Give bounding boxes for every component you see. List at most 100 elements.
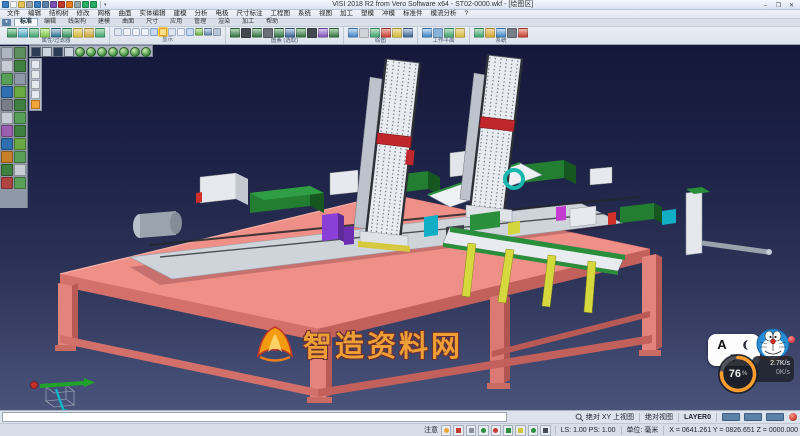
active-tool-icon[interactable] bbox=[31, 100, 40, 109]
menu-solid-edit[interactable]: 实体编辑 bbox=[136, 10, 170, 18]
layer-indicator[interactable]: LAYER0 bbox=[682, 414, 713, 421]
color-swatch-button[interactable] bbox=[722, 413, 740, 421]
tab-manage[interactable]: 管理 bbox=[188, 18, 212, 26]
open-folder-icon[interactable] bbox=[18, 1, 25, 8]
dock-icon[interactable] bbox=[14, 60, 26, 72]
menu-mesh[interactable]: 网格 bbox=[94, 10, 115, 18]
dock-icon[interactable] bbox=[1, 138, 13, 150]
top-view-icon[interactable] bbox=[42, 47, 52, 57]
menu-machining[interactable]: 加工 bbox=[336, 10, 357, 18]
menu-flow-analysis[interactable]: 模流分析 bbox=[427, 10, 461, 18]
menu-mould[interactable]: 塑模 bbox=[357, 10, 378, 18]
render-mode-selected-icon[interactable] bbox=[159, 28, 167, 36]
dock-icon[interactable] bbox=[14, 164, 26, 176]
status-ball-icon[interactable] bbox=[789, 413, 797, 421]
dock-icon[interactable] bbox=[1, 73, 13, 85]
zoom-all-icon[interactable] bbox=[119, 47, 129, 57]
axis-toggle-icon[interactable] bbox=[31, 90, 40, 99]
rectangle-tool-icon[interactable] bbox=[392, 28, 402, 38]
workplane-indicator[interactable]: 绝对 XY 上视图 bbox=[584, 412, 636, 422]
draft-view-icon[interactable] bbox=[177, 28, 185, 36]
dock-icon[interactable] bbox=[14, 73, 26, 85]
highlight-filter-icon[interactable] bbox=[73, 28, 83, 38]
dock-icon[interactable] bbox=[14, 125, 26, 137]
save-all-icon[interactable] bbox=[42, 1, 49, 8]
cad-model[interactable] bbox=[0, 45, 800, 410]
ortho-toggle-icon[interactable] bbox=[31, 70, 40, 79]
line-tool-icon[interactable] bbox=[348, 28, 358, 38]
front-view-icon[interactable] bbox=[53, 47, 63, 57]
dock-icon[interactable] bbox=[1, 125, 13, 137]
select-face-icon[interactable] bbox=[252, 28, 262, 38]
zoom-previous-icon[interactable] bbox=[130, 47, 140, 57]
search-icon[interactable] bbox=[575, 413, 584, 422]
tab-surface[interactable]: 曲面 bbox=[116, 18, 140, 26]
tab-machining[interactable]: 加工 bbox=[236, 18, 260, 26]
layer-filter-icon[interactable] bbox=[40, 28, 50, 38]
type-filter-icon[interactable] bbox=[51, 28, 61, 38]
delete-icon[interactable] bbox=[58, 1, 65, 8]
zoom-window-icon[interactable] bbox=[204, 28, 212, 36]
shaded-view-icon[interactable] bbox=[132, 28, 140, 36]
menu-edit[interactable]: 编辑 bbox=[24, 10, 45, 18]
measure-icon[interactable] bbox=[507, 28, 517, 38]
dock-icon[interactable] bbox=[14, 86, 26, 98]
menu-modify[interactable]: 修改 bbox=[73, 10, 94, 18]
tab-modeling[interactable]: 建模 bbox=[92, 18, 116, 26]
calculator-icon[interactable] bbox=[518, 28, 528, 38]
select-all-icon[interactable] bbox=[95, 28, 105, 38]
menu-assembly-tree[interactable]: 结构树 bbox=[45, 10, 73, 18]
tab-wireframe[interactable]: 线架构 bbox=[62, 18, 92, 26]
workplane-icon[interactable] bbox=[422, 28, 432, 38]
select-chain-icon[interactable] bbox=[241, 28, 251, 38]
linetype-swatch-button[interactable] bbox=[744, 413, 762, 421]
point-tool-icon[interactable] bbox=[359, 28, 369, 38]
select-body-icon[interactable] bbox=[263, 28, 273, 38]
snap-intersection-icon[interactable] bbox=[491, 425, 501, 436]
dock-icon[interactable] bbox=[1, 164, 13, 176]
menu-drawing[interactable]: 工程图 bbox=[267, 10, 295, 18]
dock-icon[interactable] bbox=[1, 112, 13, 124]
attribute-icon[interactable] bbox=[7, 28, 17, 38]
dock-icon[interactable] bbox=[14, 47, 26, 59]
view-indicator[interactable]: 绝对视图 bbox=[643, 412, 675, 422]
command-input[interactable] bbox=[2, 412, 507, 422]
tab-application[interactable]: 应用 bbox=[164, 18, 188, 26]
import-icon[interactable] bbox=[50, 1, 57, 8]
minimize-button[interactable]: – bbox=[759, 1, 772, 9]
menu-standard-parts[interactable]: 标准件 bbox=[399, 10, 427, 18]
workplane-reset-icon[interactable] bbox=[455, 28, 465, 38]
tab-dropdown-icon[interactable]: ▾ bbox=[2, 19, 11, 26]
maximize-button[interactable]: ❐ bbox=[772, 1, 785, 9]
menu-modeling[interactable]: 建模 bbox=[170, 10, 191, 18]
side-view-icon[interactable] bbox=[64, 47, 74, 57]
workplane-align-icon[interactable] bbox=[433, 28, 443, 38]
history-icon[interactable] bbox=[74, 1, 81, 8]
close-button[interactable]: ✕ bbox=[785, 1, 798, 9]
menu-file[interactable]: 文件 bbox=[3, 10, 24, 18]
transparency-icon[interactable] bbox=[150, 28, 158, 36]
lineweight-swatch-button[interactable] bbox=[766, 413, 784, 421]
dock-icon[interactable] bbox=[14, 138, 26, 150]
shaded-sphere-icon[interactable] bbox=[75, 47, 85, 57]
save-icon[interactable] bbox=[34, 1, 41, 8]
dock-icon[interactable] bbox=[1, 86, 13, 98]
dynamic-view-icon[interactable] bbox=[141, 47, 151, 57]
options-icon[interactable] bbox=[485, 28, 495, 38]
dock-icon[interactable] bbox=[1, 60, 13, 72]
snap-midpoint-icon[interactable] bbox=[466, 425, 476, 436]
shaded-edges-view-icon[interactable] bbox=[141, 28, 149, 36]
select-entity-icon[interactable] bbox=[230, 28, 240, 38]
menu-help[interactable]: ? bbox=[461, 10, 473, 18]
snap-quadrant-icon[interactable] bbox=[515, 425, 525, 436]
dock-icon[interactable] bbox=[1, 99, 13, 111]
menu-dimension[interactable]: 尺寸标注 bbox=[233, 10, 267, 18]
mask-icon[interactable] bbox=[84, 28, 94, 38]
entity-filter-icon[interactable] bbox=[62, 28, 72, 38]
grid-toggle-icon[interactable] bbox=[31, 60, 40, 69]
menu-analysis[interactable]: 分析 bbox=[191, 10, 212, 18]
snap-endpoint-icon[interactable] bbox=[453, 425, 463, 436]
menu-view[interactable]: 视图 bbox=[315, 10, 336, 18]
feeder-tower-right[interactable] bbox=[460, 55, 523, 222]
zoom-view-icon[interactable] bbox=[108, 47, 118, 57]
